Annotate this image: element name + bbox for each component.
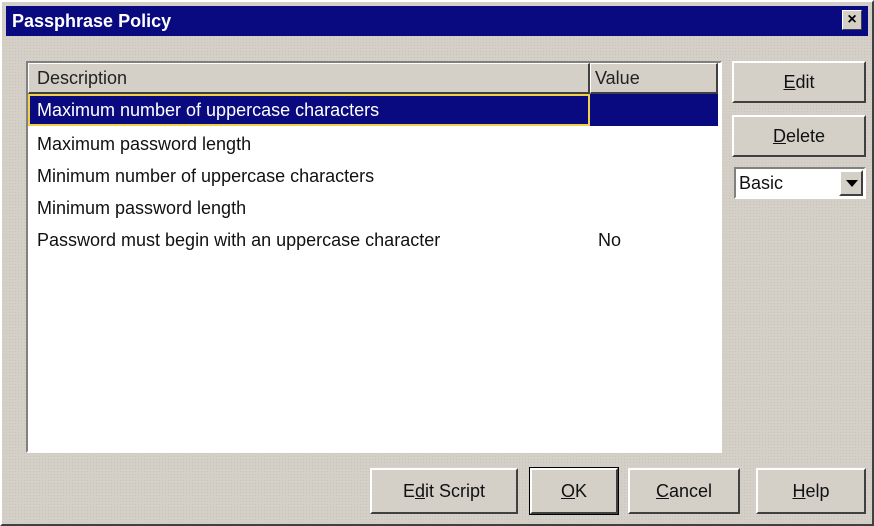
close-button[interactable]: × bbox=[842, 10, 862, 30]
column-header-value[interactable]: Value bbox=[590, 63, 718, 94]
edit-label-post: dit bbox=[795, 72, 815, 92]
table-row[interactable]: Password must begin with an uppercase ch… bbox=[28, 224, 720, 256]
help-button[interactable]: Help bbox=[756, 468, 866, 514]
title-bar[interactable]: Passphrase Policy × bbox=[6, 6, 868, 36]
row-description: Maximum password length bbox=[37, 134, 252, 154]
edit-mnemonic: E bbox=[783, 72, 796, 92]
delete-mnemonic: D bbox=[772, 126, 786, 146]
row-description: Maximum number of uppercase characters bbox=[28, 94, 590, 126]
row-value bbox=[590, 128, 718, 160]
ok-mnemonic: O bbox=[560, 481, 575, 501]
column-header-description[interactable]: Description bbox=[28, 63, 590, 94]
close-icon: × bbox=[847, 11, 857, 28]
row-value bbox=[590, 160, 718, 192]
edit-script-mnemonic: d bbox=[414, 481, 425, 501]
delete-button[interactable]: Delete bbox=[732, 115, 866, 157]
mode-select[interactable]: Basic bbox=[734, 167, 866, 199]
row-value bbox=[590, 192, 718, 224]
policy-table[interactable]: Description Value Maximum number of uppe… bbox=[26, 61, 722, 453]
row-description: Minimum number of uppercase characters bbox=[37, 166, 375, 186]
row-description: Password must begin with an uppercase ch… bbox=[37, 230, 441, 250]
passphrase-policy-dialog: Passphrase Policy × Description Value Ma… bbox=[0, 0, 874, 526]
dropdown-arrow-button[interactable] bbox=[839, 170, 863, 196]
chevron-down-icon bbox=[846, 180, 858, 187]
table-row[interactable]: Minimum password length bbox=[28, 192, 720, 224]
row-value: No bbox=[598, 230, 622, 250]
help-mnemonic: H bbox=[792, 481, 806, 501]
ok-label-post: K bbox=[575, 481, 588, 501]
table-row[interactable]: Maximum number of uppercase characters bbox=[28, 94, 720, 126]
dialog-title: Passphrase Policy bbox=[12, 11, 172, 31]
delete-label-post: elete bbox=[785, 126, 826, 146]
ok-button[interactable]: OK bbox=[529, 467, 619, 515]
table-row[interactable]: Minimum number of uppercase characters bbox=[28, 160, 720, 192]
edit-button[interactable]: Edit bbox=[732, 61, 866, 103]
table-header: Description Value bbox=[28, 63, 720, 94]
cancel-label-post: ancel bbox=[668, 481, 713, 501]
table-row[interactable]: Maximum password length bbox=[28, 128, 720, 160]
cancel-button[interactable]: Cancel bbox=[628, 468, 740, 514]
row-value bbox=[590, 94, 718, 126]
row-description: Minimum password length bbox=[37, 198, 247, 218]
cancel-mnemonic: C bbox=[655, 481, 669, 501]
mode-select-value: Basic bbox=[739, 173, 784, 193]
edit-script-button[interactable]: Edit Script bbox=[370, 468, 518, 514]
edit-script-label-pre: E bbox=[402, 481, 415, 501]
help-label-post: elp bbox=[805, 481, 830, 501]
edit-script-label-post: it Script bbox=[425, 481, 486, 501]
